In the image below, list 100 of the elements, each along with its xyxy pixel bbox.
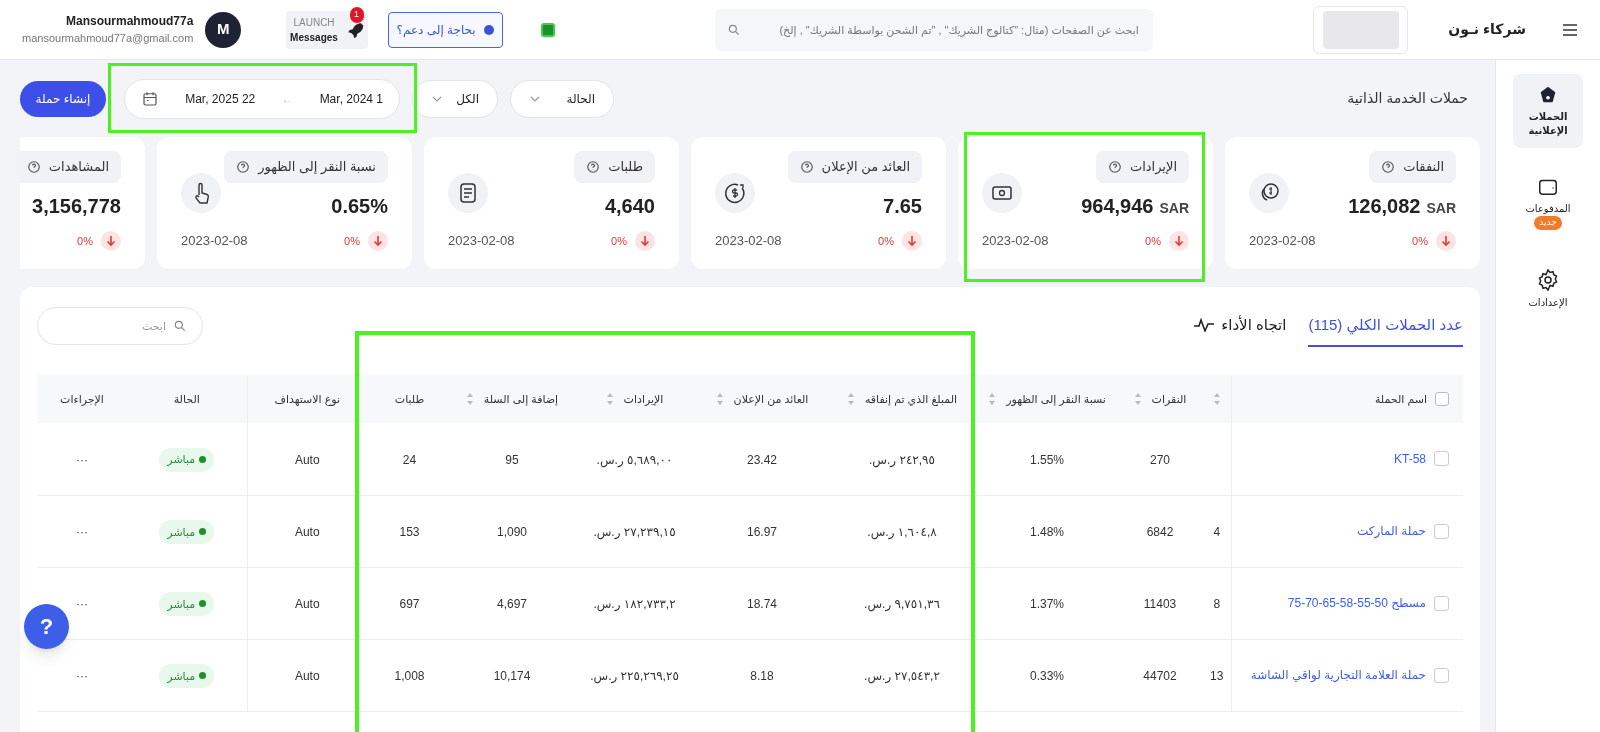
user-name: Mansourmahmoud77a	[66, 13, 194, 31]
hand-pointer-icon	[181, 173, 221, 213]
banknote-icon	[982, 173, 1022, 213]
kpi-label: الإيرادات	[1095, 151, 1189, 183]
status-badge: مباشر	[159, 447, 215, 472]
table-cell: 8	[1213, 597, 1221, 611]
row-checkbox[interactable]	[1434, 451, 1449, 467]
actions-menu-button[interactable]: ···	[76, 450, 88, 469]
table-cell: ٢٧,٥٤٣,٢ ر.س.	[864, 669, 940, 683]
kpi-date: 2023-02-08	[982, 232, 1049, 251]
settings-icon	[1536, 267, 1560, 292]
table-cell: ١٨٢,٧٣٣,٢ ر.س.	[593, 597, 676, 611]
row-checkbox[interactable]	[1434, 595, 1449, 611]
kpi-unit: SAR	[1426, 199, 1456, 218]
table-search-field[interactable]: ابحث	[37, 307, 203, 345]
row-checkbox[interactable]	[1434, 523, 1449, 539]
sidebar-item[interactable]: الحملات الإعلانية	[1513, 74, 1583, 148]
table-cell: ٢٧,٢٣٩,١٥ ر.س.	[593, 525, 676, 539]
table-cell: 1,090	[497, 525, 527, 539]
kpi-label: نسبة النقر إلى الظهور	[224, 151, 388, 183]
arrow-down-icon	[1169, 231, 1189, 251]
create-campaign-button[interactable]: إنشاء حملة	[20, 80, 106, 117]
kpi-value: 0.65%	[331, 194, 388, 219]
sort-icon[interactable]	[605, 392, 614, 406]
table-cell: 8.18	[750, 669, 774, 683]
tab[interactable]: اتجاه الأداء	[1193, 305, 1287, 347]
kpi-date: 2023-02-08	[715, 232, 782, 251]
help-icon	[1107, 160, 1122, 174]
kpi-label: العائد من الإعلان	[787, 151, 922, 183]
filter-dropdown[interactable]: الكل	[412, 79, 498, 118]
actions-menu-button[interactable]: ···	[76, 667, 88, 685]
sidebar-item[interactable]: الإعدادات	[1513, 257, 1583, 320]
notification-badge: 1	[349, 6, 364, 23]
table-cell: ٢٤٢,٩٥ ر.س.	[869, 452, 935, 467]
table-cell: 16.97	[747, 525, 777, 539]
table-cell: 153	[399, 525, 420, 539]
sort-icon[interactable]	[465, 392, 474, 406]
menu-icon[interactable]	[1562, 22, 1578, 37]
sort-icon[interactable]	[846, 392, 855, 406]
actions-menu-button[interactable]: ···	[76, 523, 88, 541]
help-icon	[26, 160, 41, 174]
table-cell: 4	[1213, 525, 1221, 539]
kpi-label: طلبات	[574, 151, 655, 183]
kpi-unit: SAR	[1159, 199, 1189, 218]
status-dropdown[interactable]: الحالة	[510, 79, 614, 118]
table-cell: ٥,٦٨٩,٠٠ ر.س.	[596, 452, 673, 467]
kpi-change: 0%	[611, 233, 627, 249]
start-date: Mar, 2024 1	[319, 90, 383, 108]
kpi-label: المشاهدات	[20, 151, 121, 183]
table-cell: 6842	[1146, 525, 1174, 539]
search-field[interactable]: ابحث عن الصفحات (مثال: "كتالوج الشريك" , "تم الشحن بواسطة الشريك" , إلخ)	[715, 8, 1153, 51]
table-cell: 1.37%	[1030, 597, 1064, 611]
table-cell: 270	[1150, 452, 1170, 467]
table-cell: 44702	[1143, 669, 1177, 683]
table-cell: 4,697	[497, 597, 527, 611]
search-icon	[173, 319, 187, 333]
support-button[interactable]: بحاجة إلى دعم؟	[387, 11, 503, 48]
table-cell: ٩,٧٥١,٣٦ ر.س.	[864, 597, 940, 611]
campaign-link[interactable]: KT-58	[1394, 449, 1426, 468]
row-checkbox[interactable]	[1434, 667, 1449, 683]
tab[interactable]: عدد الحملات الكلي (115)	[1308, 305, 1463, 347]
table-cell: 95	[505, 452, 519, 467]
select-all-checkbox[interactable]	[1435, 392, 1449, 406]
kpi-date: 2023-02-08	[181, 232, 248, 251]
kpi-value: 3,156,778	[32, 194, 121, 219]
arrow-down-icon	[635, 231, 655, 251]
table-cell: Auto	[294, 669, 320, 683]
campaign-link[interactable]: حملة الماركت	[1357, 522, 1426, 540]
logo: شركاء نـون	[1448, 20, 1526, 40]
sidebar-item[interactable]: المدفوعات جديد	[1513, 166, 1583, 240]
end-date: Mar, 2025 22	[185, 90, 256, 108]
campaign-link[interactable]: مسطح 50-55-58-65-70-75	[1287, 594, 1426, 612]
status-badge: مباشر	[159, 519, 215, 544]
column-header: طلبات	[394, 391, 425, 407]
column-header: إضافة إلى السلة	[483, 391, 559, 408]
actions-menu-button[interactable]: ···	[76, 595, 88, 613]
table-cell: 18.74	[747, 597, 777, 611]
table-cell: Auto	[294, 525, 320, 539]
kpi-date: 2023-02-08	[1249, 232, 1316, 251]
sort-icon[interactable]	[988, 392, 997, 406]
date-range-field[interactable]: Mar, 2025 22 ← Mar, 2024 1	[124, 78, 400, 119]
user-avatar[interactable]: M	[205, 11, 242, 48]
table-cell: 0.33%	[1030, 669, 1064, 683]
sort-icon[interactable]	[1133, 392, 1142, 406]
campaign-link[interactable]: حملة العلامة التجارية لواقي الشاشة	[1250, 666, 1426, 684]
help-icon	[236, 160, 251, 174]
table-cell: ١,٦٠٤,٨ ر.س.	[867, 525, 937, 539]
table-cell: 1,008	[394, 669, 425, 683]
table-cell: Auto	[294, 452, 320, 467]
kpi-value: 964,946	[1081, 194, 1154, 219]
table-cell: 1.48%	[1030, 525, 1064, 539]
arrow-down-icon	[368, 231, 388, 251]
column-header: اسم الحملة	[1374, 391, 1427, 408]
column-header: الإجراءات	[60, 391, 104, 408]
column-header: نسبة النقر إلى الظهور	[1006, 391, 1106, 408]
sort-icon[interactable]	[715, 392, 724, 406]
document-icon	[448, 173, 488, 213]
sort-icon[interactable]	[1212, 392, 1221, 406]
column-header: الحالة	[173, 391, 200, 407]
table-cell: 11403	[1143, 597, 1177, 611]
